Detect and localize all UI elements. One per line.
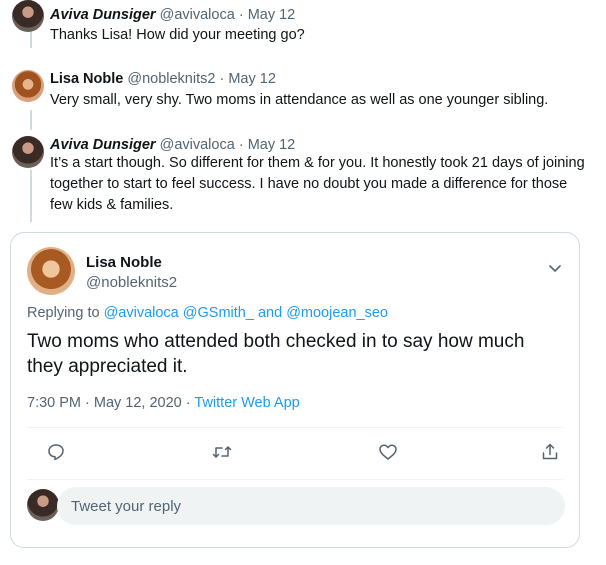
mention-and: and	[257, 305, 283, 321]
divider	[27, 427, 563, 428]
mention-link[interactable]: @moojean_seo	[286, 305, 388, 321]
separator: ·	[238, 7, 244, 23]
author-handle[interactable]: @nobleknits2	[86, 273, 177, 292]
avatar	[27, 489, 59, 521]
separator: ·	[219, 71, 225, 87]
mention-link[interactable]: @GSmith_	[183, 305, 254, 321]
thread-tweet[interactable]: Lisa Noble @nobleknits2 · May 12 Very sm…	[0, 62, 606, 118]
heart-icon[interactable]	[373, 437, 403, 467]
avatar[interactable]	[12, 70, 44, 102]
tweet-actions	[27, 437, 563, 467]
author-handle[interactable]: @avivaloca	[160, 7, 235, 23]
chevron-down-icon[interactable]	[547, 261, 563, 277]
tweet-date[interactable]: May 12	[228, 71, 276, 87]
reply-input[interactable]	[57, 487, 565, 525]
avatar[interactable]	[27, 247, 75, 295]
retweet-icon[interactable]	[207, 437, 237, 467]
share-icon[interactable]	[535, 437, 565, 467]
tweet-date[interactable]: May 12	[248, 137, 296, 153]
tweet-time[interactable]: 7:30 PM · May 12, 2020	[27, 395, 182, 411]
tweet-text: It’s a start though. So different for th…	[50, 155, 585, 213]
tweet-timestamp: 7:30 PM · May 12, 2020 · Twitter Web App	[27, 395, 300, 411]
focused-tweet-card: Lisa Noble @nobleknits2 Replying to @avi…	[10, 232, 580, 548]
replying-label: Replying to	[27, 305, 100, 321]
divider	[27, 479, 563, 480]
avatar[interactable]	[12, 0, 44, 32]
avatar[interactable]	[12, 136, 44, 168]
author-name[interactable]: Lisa Noble	[50, 71, 123, 87]
tweet-text: Very small, very shy. Two moms in attend…	[50, 92, 549, 108]
tweet-source[interactable]: Twitter Web App	[194, 395, 299, 411]
tweet-text: Two moms who attended both checked in to…	[27, 331, 525, 377]
author-handle[interactable]: @avivaloca	[160, 137, 235, 153]
author-name[interactable]: Lisa Noble	[86, 253, 162, 272]
thread-tweet[interactable]: Aviva Dunsiger @avivaloca · May 12 Thank…	[0, 0, 606, 50]
author-handle[interactable]: @nobleknits2	[127, 71, 215, 87]
reply-icon[interactable]	[41, 437, 71, 467]
author-name[interactable]: Aviva Dunsiger	[50, 137, 156, 153]
thread-tweet[interactable]: Aviva Dunsiger @avivaloca · May 12 It’s …	[0, 128, 606, 218]
tweet-date[interactable]: May 12	[248, 7, 296, 23]
separator: ·	[238, 137, 244, 153]
author-name[interactable]: Aviva Dunsiger	[50, 7, 156, 23]
separator: ·	[185, 395, 191, 411]
tweet-text: Thanks Lisa! How did your meeting go?	[50, 27, 305, 43]
mention-link[interactable]: @avivaloca	[104, 305, 179, 321]
replying-to: Replying to @avivaloca @GSmith_ and @moo…	[27, 305, 388, 321]
